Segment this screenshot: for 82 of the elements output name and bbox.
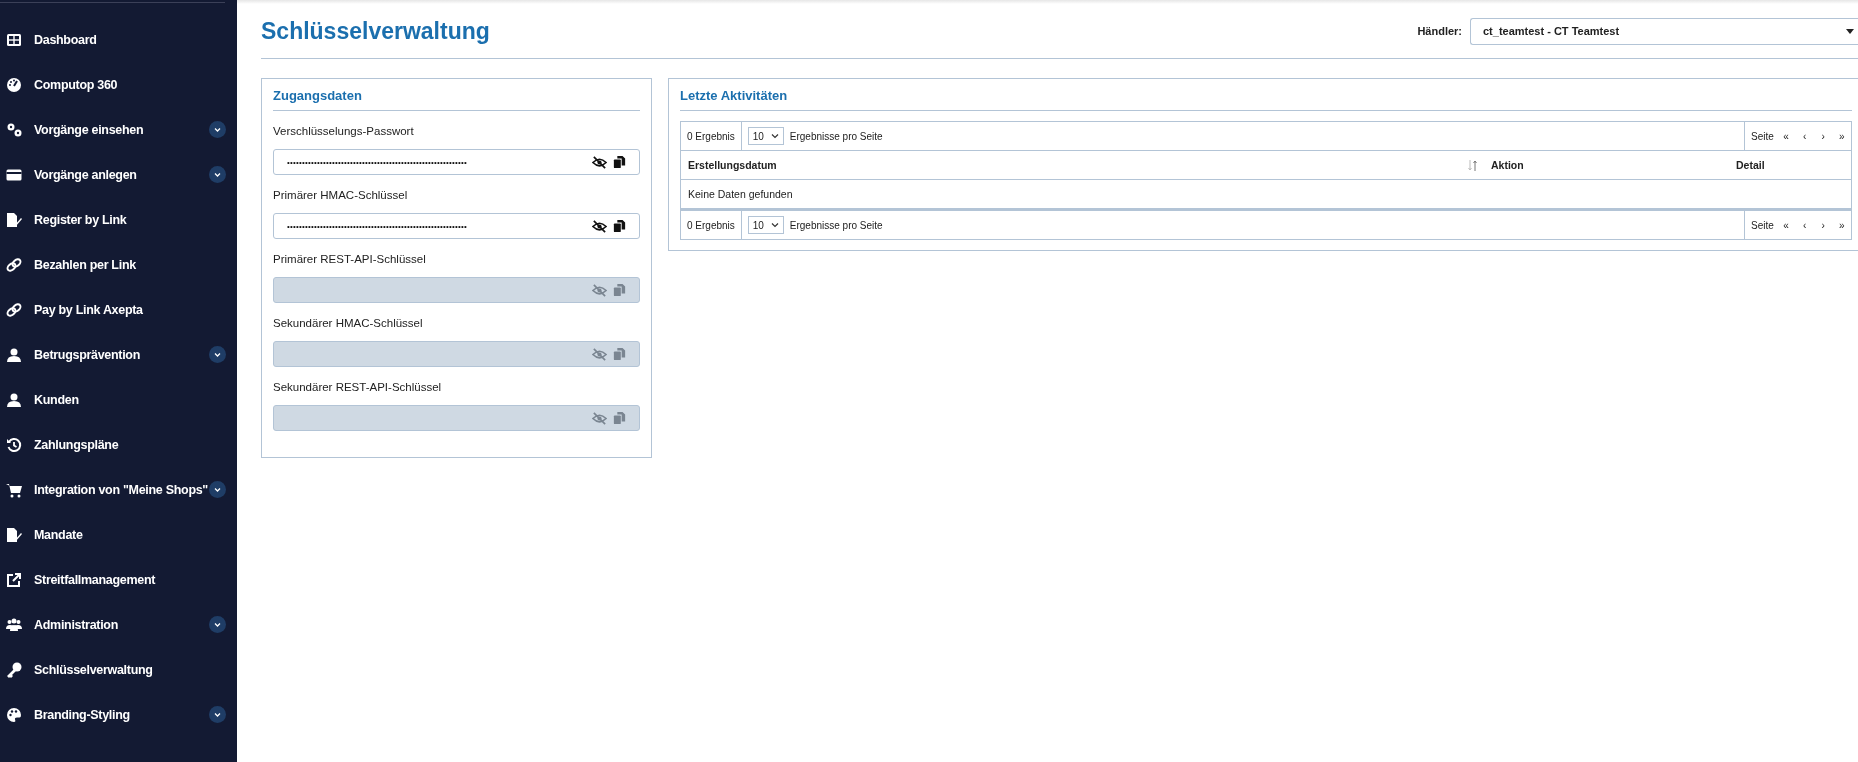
field-label: Verschlüsselungs-Passwort xyxy=(273,125,415,137)
page-label: Seite xyxy=(1751,219,1774,231)
pagination-link[interactable]: » xyxy=(1832,130,1851,142)
pagination-link[interactable]: « xyxy=(1776,219,1796,231)
table-header-cell[interactable]: Detail xyxy=(1736,159,1851,171)
grid-icon xyxy=(6,31,22,48)
sidebar-item[interactable]: Mandate xyxy=(0,512,232,557)
chevron-icon xyxy=(209,121,226,138)
user-icon xyxy=(6,346,22,363)
pagination-link[interactable]: « xyxy=(1776,130,1796,142)
cart-icon xyxy=(6,481,22,498)
eye-slash-icon xyxy=(592,154,607,170)
gauge-icon xyxy=(6,76,22,93)
chevron-icon xyxy=(209,166,226,183)
sidebar-item[interactable]: Branding-Styling xyxy=(0,692,232,737)
sidebar-item[interactable]: Vorgänge einsehen xyxy=(0,107,232,152)
page-title: Schlüsselverwaltung xyxy=(261,17,490,45)
chevron-icon xyxy=(209,616,226,633)
table-header-cell[interactable]: Aktion xyxy=(1484,159,1736,171)
result-count: 0 Ergebnis xyxy=(681,122,742,150)
sidebar-item[interactable]: Bezahlen per Link xyxy=(0,242,232,287)
link-icon xyxy=(6,301,22,318)
pagination-link[interactable]: ‹ xyxy=(1795,219,1814,231)
merchant-label: Händler: xyxy=(1417,25,1462,37)
table-header-cell[interactable]: Erstellungsdatum xyxy=(681,159,1484,171)
pagination-link[interactable]: › xyxy=(1813,130,1833,142)
sidebar-item[interactable]: Pay by Link Axepta xyxy=(0,287,232,332)
field-label: Primärer HMAC-Schlüssel xyxy=(273,189,409,201)
palette-icon xyxy=(6,706,22,723)
pagination-link[interactable]: » xyxy=(1832,219,1851,231)
sidebar-item[interactable]: Integration von "Meine Shops" xyxy=(0,467,232,512)
pagination-link[interactable]: ‹ xyxy=(1795,130,1814,142)
sidebar-item[interactable]: Administration xyxy=(0,602,232,647)
chevron-icon xyxy=(770,133,779,139)
sidebar-item[interactable]: Betrugsprävention xyxy=(0,332,232,377)
empty-message: Keine Daten gefunden xyxy=(688,188,793,200)
field-label: Sekundärer REST-API-Schlüssel xyxy=(273,381,443,393)
panel-title: Letzte Aktivitäten xyxy=(680,79,1852,111)
copy-icon xyxy=(613,411,626,425)
result-count: 0 Ergebnis xyxy=(681,211,742,239)
chevron-icon xyxy=(209,481,226,498)
sidebar-item[interactable]: Kunden xyxy=(0,377,232,422)
panel-title: Zugangsdaten xyxy=(273,79,640,111)
page-size-select[interactable]: 10 xyxy=(747,127,784,145)
sidebar-item[interactable]: Streitfallmanagement xyxy=(0,557,232,602)
copy-icon xyxy=(613,283,626,297)
users-icon xyxy=(6,616,22,633)
copy-icon xyxy=(613,155,626,169)
sidebar-item[interactable]: Dashboard xyxy=(0,17,232,62)
file-pen-icon xyxy=(6,526,22,543)
merchant-select[interactable]: ct_teamtest - CT Teamtest xyxy=(1470,17,1858,45)
sort-icon xyxy=(1468,159,1477,171)
sidebar-item[interactable]: Zahlungspläne xyxy=(0,422,232,467)
copy-icon xyxy=(613,347,626,361)
sidebar-item[interactable]: Schlüsselverwaltung xyxy=(0,647,232,692)
sidebar-item[interactable]: Register by Link xyxy=(0,197,232,242)
user-icon xyxy=(6,391,22,408)
copy-icon xyxy=(613,219,626,233)
key-icon xyxy=(6,661,22,678)
chevron-icon xyxy=(209,706,226,723)
chevron-icon xyxy=(770,222,779,228)
sidebar-item[interactable]: Computop 360 xyxy=(0,62,232,107)
key-field[interactable]: •••••••••••••••••••••••••••••••••••••••••••••••••••••••••••• xyxy=(273,149,640,175)
sidebar-item[interactable]: Vorgänge anlegen xyxy=(0,152,232,197)
eye-slash-icon xyxy=(592,282,607,298)
per-page-label: Ergebnisse pro Seite xyxy=(789,130,883,142)
history-icon xyxy=(6,436,22,453)
external-link-icon xyxy=(6,571,22,588)
page-size-select[interactable]: 10 xyxy=(747,216,784,234)
chevron-icon xyxy=(209,346,226,363)
pagination-link[interactable]: › xyxy=(1813,219,1833,231)
caret-icon xyxy=(1846,28,1854,34)
file-pen-icon xyxy=(6,211,22,228)
eye-slash-icon xyxy=(592,218,607,234)
field-label: Sekundärer HMAC-Schlüssel xyxy=(273,317,424,329)
eye-slash-icon xyxy=(592,410,607,426)
page-label: Seite xyxy=(1751,130,1774,142)
per-page-label: Ergebnisse pro Seite xyxy=(789,219,883,231)
eye-slash-icon xyxy=(592,346,607,362)
link-icon xyxy=(6,256,22,273)
key-field[interactable]: •••••••••••••••••••••••••••••••••••••••••••••••••••••••••••• xyxy=(273,213,640,239)
field-label: Primärer REST-API-Schlüssel xyxy=(273,253,427,265)
